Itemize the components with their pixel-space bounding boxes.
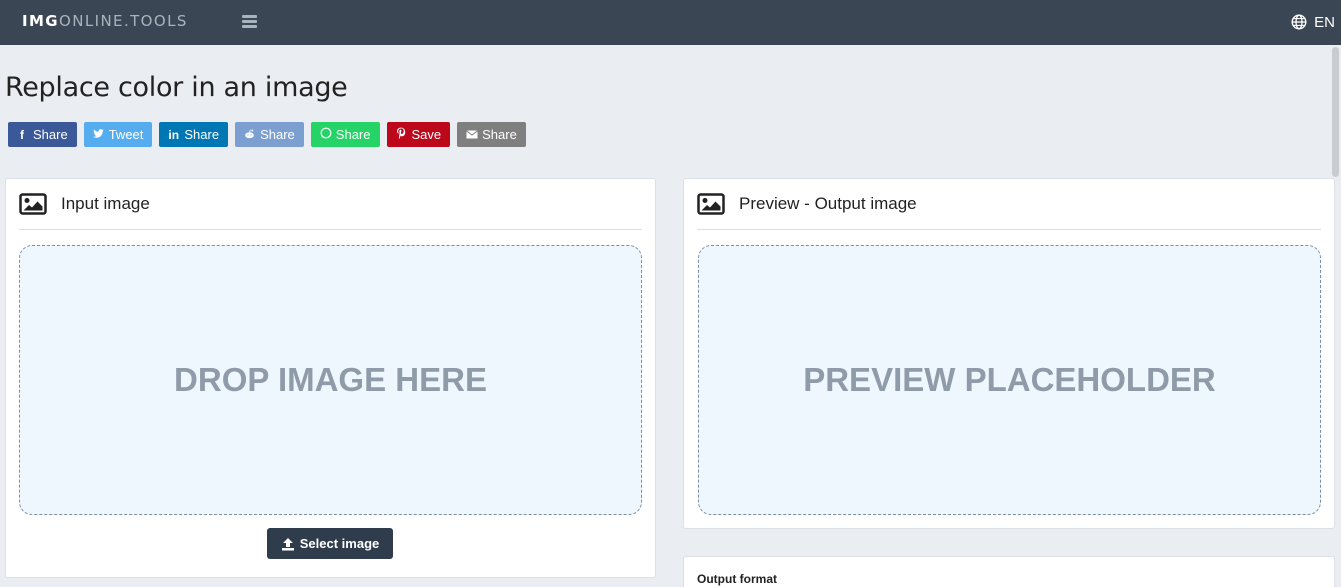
logo-img-text: IMG [22,12,60,30]
save-button-label: Save [411,127,442,142]
tweet-button-label: Tweet [108,127,144,142]
whatsapp-share-button[interactable]: Share [310,122,380,147]
twitter-icon [92,128,104,142]
share-button-label: Share [184,127,220,142]
output-image-card: Preview - Output image PREVIEW PLACEHOLD… [683,178,1335,529]
whatsapp-icon [320,127,332,142]
pinterest-save-button[interactable]: Save [386,122,451,147]
language-label: EN [1314,13,1335,31]
site-logo[interactable]: IMGONLINE.TOOLS [22,12,188,30]
email-icon [466,128,478,142]
input-card-header: Input image [19,179,642,230]
facebook-icon: f [20,127,24,142]
globe-icon [1291,14,1307,30]
logo-online-tools-text: ONLINE.TOOLS [59,12,188,30]
image-icon [697,193,725,215]
share-button-label: Share [335,127,371,142]
output-format-label: Output format [697,572,777,586]
email-share-button[interactable]: Share [457,122,526,147]
image-icon [19,193,47,215]
pinterest-icon [396,127,406,142]
linkedin-icon: in [168,127,180,142]
reddit-share-button[interactable]: Share [235,122,304,147]
share-buttons-row: f Share Tweet in Share Share Share Save … [8,122,526,147]
select-image-label: Select image [299,536,380,551]
dropzone-text: DROP IMAGE HERE [174,361,487,398]
share-button-label: Share [33,127,68,142]
linkedin-share-button[interactable]: in Share [159,122,229,147]
options-card: Output format [683,556,1335,587]
output-card-header: Preview - Output image [697,179,1321,230]
facebook-share-button[interactable]: f Share [8,122,77,147]
upload-icon [281,537,294,550]
preview-placeholder-text: PREVIEW PLACEHOLDER [803,361,1216,398]
output-card-title: Preview - Output image [739,194,917,213]
input-image-card: Input image DROP IMAGE HERE Select image [5,178,656,578]
share-button-label: Share [482,127,517,142]
preview-area: PREVIEW PLACEHOLDER [698,245,1321,515]
language-selector[interactable]: EN [1291,12,1335,32]
reddit-icon [244,128,254,142]
share-button-label: Share [260,127,295,142]
input-card-title: Input image [61,194,150,213]
image-dropzone[interactable]: DROP IMAGE HERE [19,245,642,515]
select-image-button[interactable]: Select image [267,528,393,559]
page-title: Replace color in an image [5,72,348,103]
top-navbar: IMGONLINE.TOOLS EN [0,0,1341,45]
scrollbar-thumb[interactable] [1332,47,1339,177]
hamburger-menu-icon[interactable] [240,13,258,29]
twitter-share-button[interactable]: Tweet [83,122,153,147]
